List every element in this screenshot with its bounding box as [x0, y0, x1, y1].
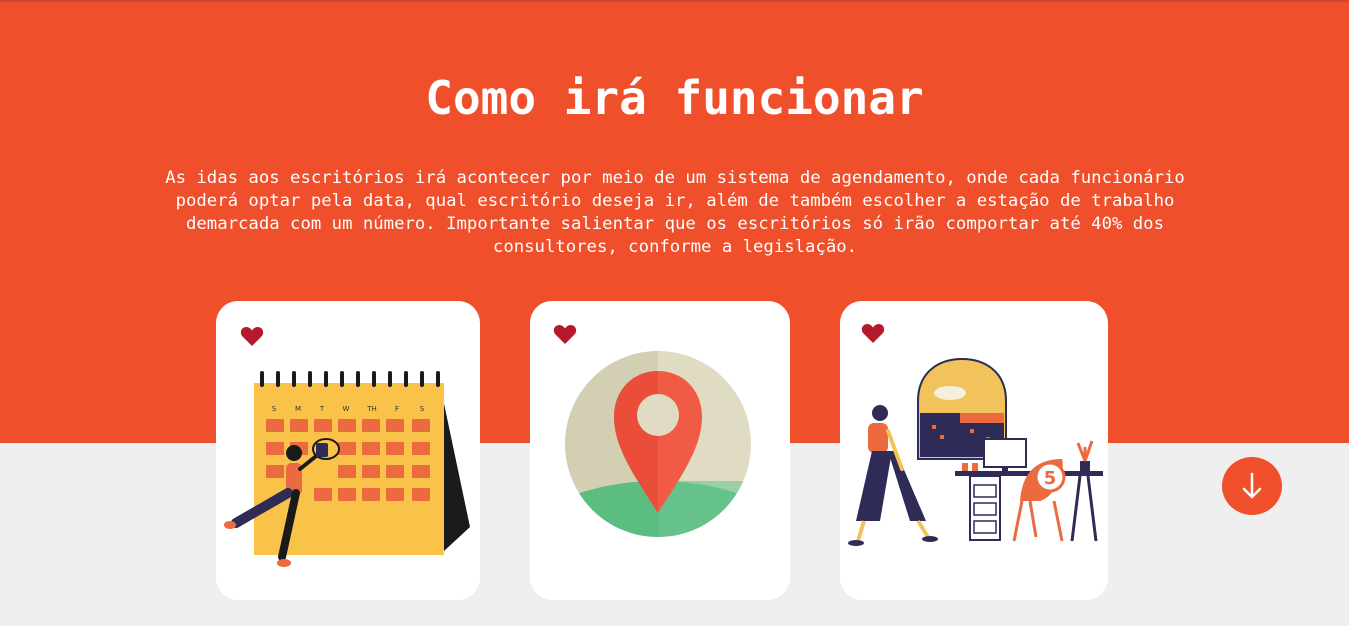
arrow-down-icon: [1242, 472, 1262, 499]
scroll-down-button[interactable]: [1222, 457, 1282, 515]
calendar-day-label: F: [395, 405, 399, 413]
heart-icon[interactable]: [553, 323, 577, 345]
calendar-day-label: TH: [366, 405, 377, 413]
calendar-day-label: S: [272, 405, 277, 413]
workstation-number: 5: [1044, 468, 1057, 489]
location-pin-illustration: [565, 351, 751, 537]
section-title: Como irá funcionar: [425, 71, 924, 125]
page: Como irá funcionar As idas aos escritóri…: [0, 0, 1349, 626]
calendar-day-label: T: [319, 405, 325, 413]
heart-icon[interactable]: [861, 322, 885, 344]
calendar-day-label: M: [295, 405, 301, 413]
card-location: [530, 301, 790, 600]
workstation-illustration: 5: [848, 357, 1103, 546]
section-description: As idas aos escritórios irá acontecer po…: [165, 168, 1185, 257]
heart-icon[interactable]: [240, 325, 264, 347]
calendar-day-label: S: [420, 405, 425, 413]
card-workstation: 5: [840, 301, 1108, 600]
calendar-day-label: W: [343, 405, 350, 413]
card-calendar: S M T W TH F S: [216, 301, 480, 600]
